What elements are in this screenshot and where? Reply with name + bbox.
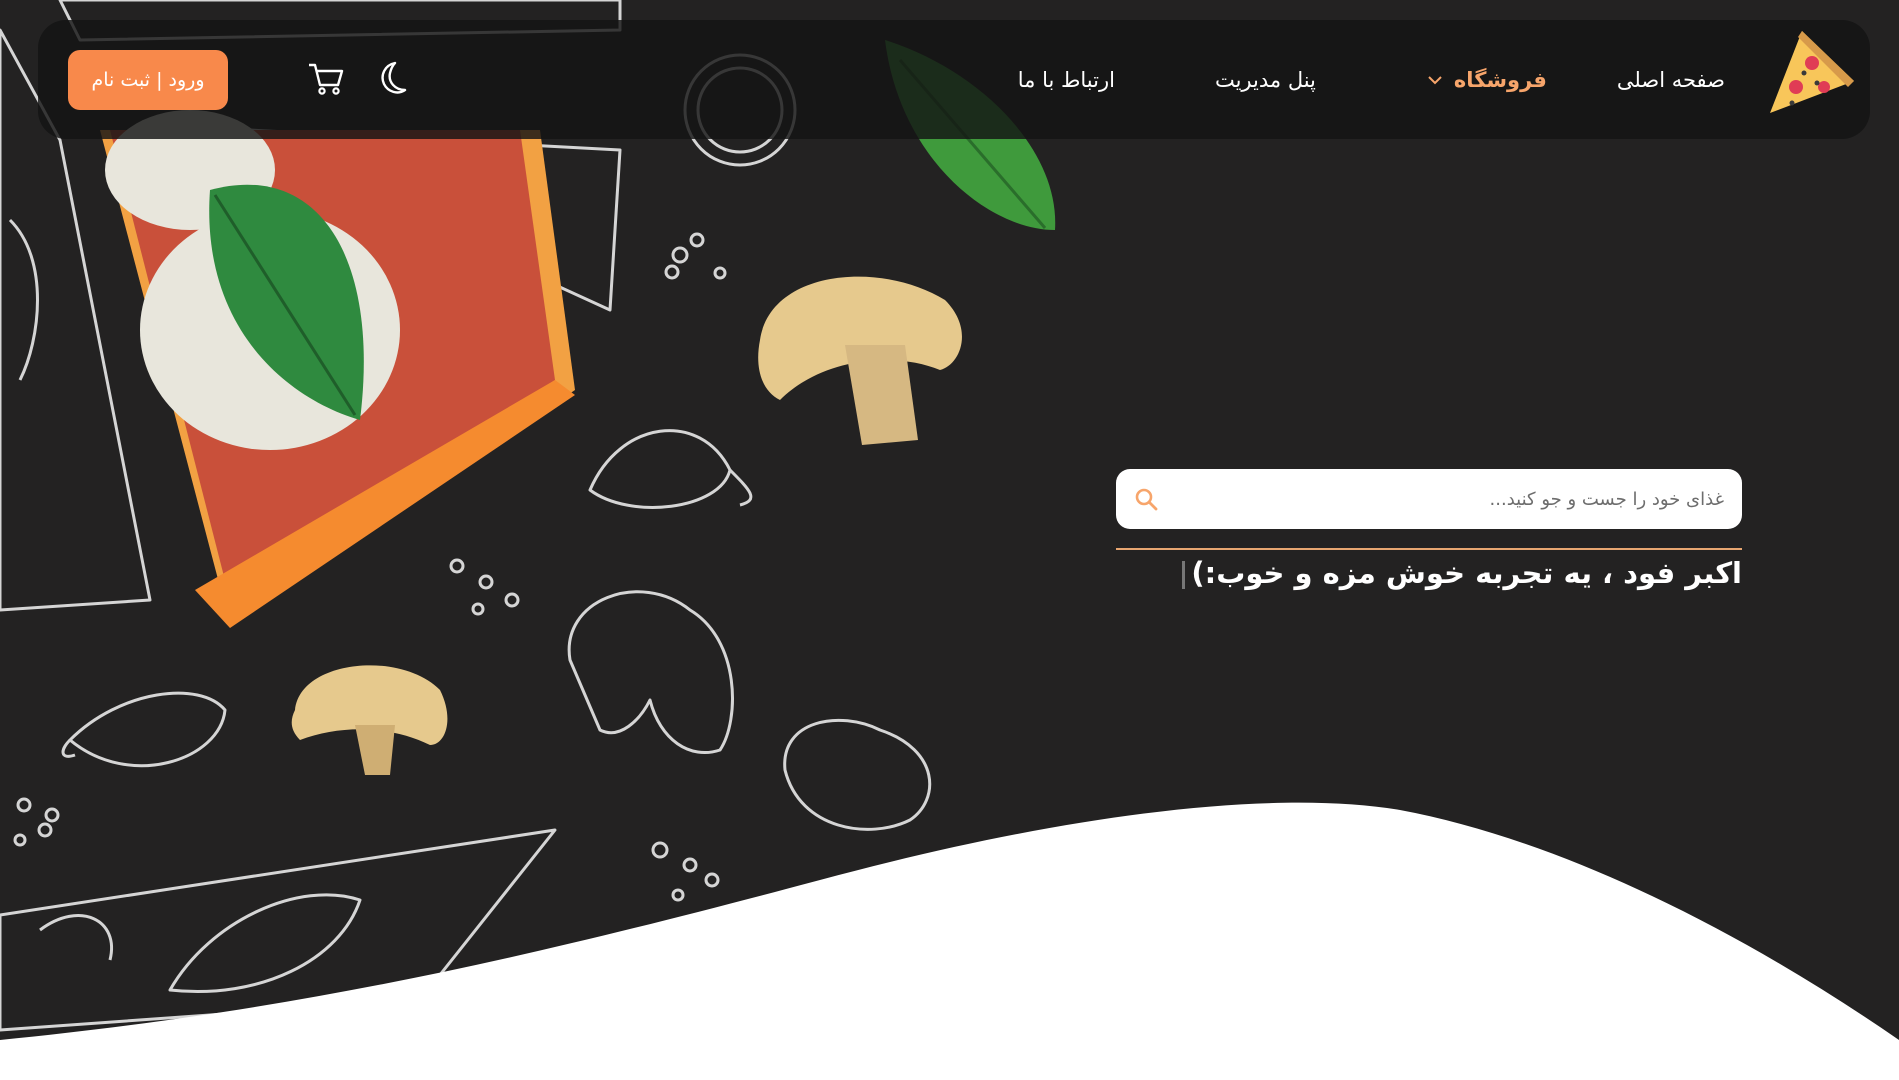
hero-divider — [1116, 548, 1742, 550]
page: صفحه اصلی فروشگاه پنل مدیریت ارتباط با م… — [0, 0, 1899, 1080]
moon-icon[interactable] — [369, 57, 411, 99]
nav-shop-label: فروشگاه — [1453, 67, 1547, 92]
typing-caret — [1182, 561, 1186, 589]
pizza-slice-art — [100, 110, 575, 628]
hero-tagline: اکبر فود ، یه تجربه خوش مزه و خوب:) — [1182, 556, 1742, 590]
cart-icon[interactable] — [305, 57, 347, 99]
background-illustration — [0, 0, 1056, 1032]
chevron-down-icon — [1428, 75, 1442, 84]
search-box — [1116, 469, 1742, 529]
login-register-button[interactable]: ورود | ثبت نام — [68, 50, 228, 110]
main-nav: صفحه اصلی فروشگاه پنل مدیریت ارتباط با م… — [1018, 20, 1725, 139]
search-input[interactable] — [1176, 469, 1742, 529]
nav-shop-dropdown[interactable]: فروشگاه — [1426, 68, 1547, 92]
search-button[interactable] — [1116, 469, 1176, 529]
top-navbar: صفحه اصلی فروشگاه پنل مدیریت ارتباط با م… — [38, 20, 1870, 139]
hero-tagline-text: اکبر فود ، یه تجربه خوش مزه و خوب:) — [1191, 556, 1742, 590]
nav-admin-panel-link[interactable]: پنل مدیریت — [1215, 68, 1316, 92]
nav-contact-link[interactable]: ارتباط با ما — [1018, 68, 1115, 92]
pizza-logo-icon[interactable] — [1762, 25, 1858, 121]
nav-home-link[interactable]: صفحه اصلی — [1617, 68, 1725, 92]
search-icon — [1135, 488, 1158, 511]
